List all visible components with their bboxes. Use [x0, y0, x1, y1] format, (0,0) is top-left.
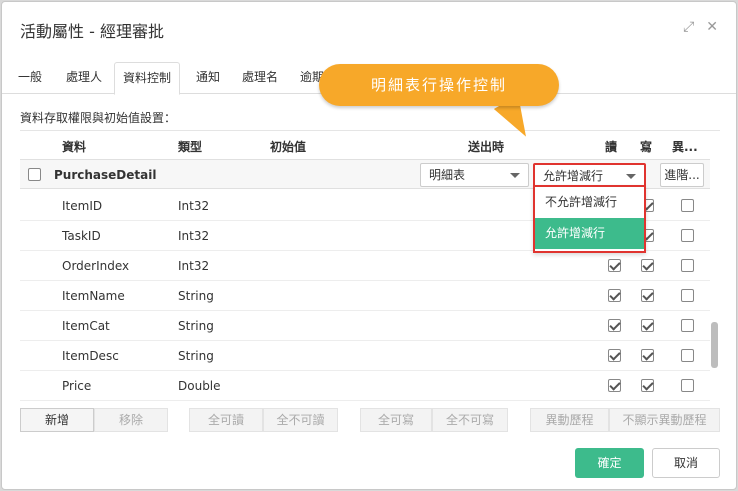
grid-scrollbar[interactable]: [711, 322, 718, 368]
tab-notify[interactable]: 通知: [188, 62, 228, 94]
dialog-title: 活動屬性 - 經理審批: [20, 22, 164, 41]
row-name: ItemID: [62, 199, 103, 213]
hide-diff-history-button[interactable]: 不顯示異動歷程: [609, 408, 720, 432]
none-read-button[interactable]: 全不可讀: [263, 408, 338, 432]
diff-checkbox[interactable]: [681, 259, 694, 272]
row-ops-select-value: 允許增減行: [543, 169, 604, 183]
close-icon[interactable]: ✕: [706, 20, 718, 34]
col-header-write: 寫: [640, 140, 653, 154]
activity-properties-dialog: 活動屬性 - 經理審批 ⤢ ✕ 一般 處理人 資料控制 通知 處理名 逾期 資料…: [1, 1, 737, 490]
add-button[interactable]: 新增: [20, 408, 94, 432]
output-select-value: 明細表: [429, 168, 466, 182]
row-name: Price: [62, 379, 92, 393]
tab-data-control[interactable]: 資料控制: [114, 62, 181, 95]
col-header-type: 類型: [178, 140, 203, 154]
table-row: ItemCat String: [20, 311, 710, 341]
section-label: 資料存取權限與初始值設置：: [20, 111, 177, 125]
col-header-data: 資料: [62, 140, 87, 154]
row-type: Int32: [178, 199, 210, 213]
row-name: TaskID: [62, 229, 101, 243]
dropdown-option-allow[interactable]: 允許增減行: [535, 218, 644, 249]
diff-checkbox[interactable]: [681, 229, 694, 242]
row-name: ItemDesc: [62, 349, 119, 363]
data-grid: 資料 類型 初始值 送出時 讀 寫 異... PurchaseDetail 明細…: [20, 130, 720, 402]
read-checkbox[interactable]: [608, 259, 621, 272]
tab-process-name[interactable]: 處理名: [234, 62, 286, 94]
col-header-output: 送出時: [468, 140, 505, 154]
master-row-checkbox[interactable]: [28, 168, 41, 181]
write-checkbox[interactable]: [641, 379, 654, 392]
advanced-button[interactable]: 進階...: [660, 163, 704, 187]
ok-button[interactable]: 確定: [575, 448, 644, 478]
row-type: String: [178, 349, 214, 363]
write-checkbox[interactable]: [641, 289, 654, 302]
master-row-name: PurchaseDetail: [54, 168, 157, 182]
row-ops-dropdown: 不允許增減行 允許增減行: [533, 185, 646, 253]
chevron-down-icon: [626, 174, 636, 179]
all-read-button[interactable]: 全可讀: [189, 408, 263, 432]
read-checkbox[interactable]: [608, 349, 621, 362]
diff-checkbox[interactable]: [681, 289, 694, 302]
row-name: ItemName: [62, 289, 125, 303]
row-type: Double: [178, 379, 221, 393]
row-type: String: [178, 319, 214, 333]
write-checkbox[interactable]: [641, 319, 654, 332]
diff-checkbox[interactable]: [681, 379, 694, 392]
grid-header: 資料 類型 初始值 送出時 讀 寫 異...: [20, 131, 720, 159]
table-row: Price Double: [20, 371, 710, 401]
table-row: ItemName String: [20, 281, 710, 311]
diff-history-button[interactable]: 異動歷程: [530, 408, 609, 432]
maximize-icon[interactable]: ⤢: [683, 20, 694, 34]
dropdown-option-disallow[interactable]: 不允許增減行: [535, 187, 644, 218]
read-checkbox[interactable]: [608, 319, 621, 332]
output-select[interactable]: 明細表: [420, 163, 529, 187]
row-name: OrderIndex: [62, 259, 130, 273]
tab-handler[interactable]: 處理人: [58, 62, 110, 94]
none-write-button[interactable]: 全不可寫: [432, 408, 508, 432]
table-row: ItemDesc String: [20, 341, 710, 371]
callout-annotation: 明細表行操作控制: [319, 64, 559, 106]
diff-checkbox[interactable]: [681, 199, 694, 212]
col-header-diff: 異...: [672, 140, 698, 154]
col-header-read: 讀: [605, 140, 618, 154]
cancel-button[interactable]: 取消: [652, 448, 720, 478]
window-controls: ⤢ ✕: [683, 20, 718, 34]
diff-checkbox[interactable]: [681, 319, 694, 332]
remove-button[interactable]: 移除: [94, 408, 168, 432]
col-header-initial: 初始值: [270, 140, 307, 154]
read-checkbox[interactable]: [608, 289, 621, 302]
row-type: String: [178, 289, 214, 303]
tab-general[interactable]: 一般: [10, 62, 50, 94]
table-row: OrderIndex Int32: [20, 251, 710, 281]
row-type: Int32: [178, 229, 210, 243]
all-write-button[interactable]: 全可寫: [360, 408, 432, 432]
read-checkbox[interactable]: [608, 379, 621, 392]
write-checkbox[interactable]: [641, 259, 654, 272]
diff-checkbox[interactable]: [681, 349, 694, 362]
titlebar: 活動屬性 - 經理審批 ⤢ ✕: [2, 2, 736, 54]
row-type: Int32: [178, 259, 210, 273]
chevron-down-icon: [510, 173, 520, 178]
write-checkbox[interactable]: [641, 349, 654, 362]
row-ops-select[interactable]: 允許增減行: [533, 163, 646, 187]
row-name: ItemCat: [62, 319, 110, 333]
